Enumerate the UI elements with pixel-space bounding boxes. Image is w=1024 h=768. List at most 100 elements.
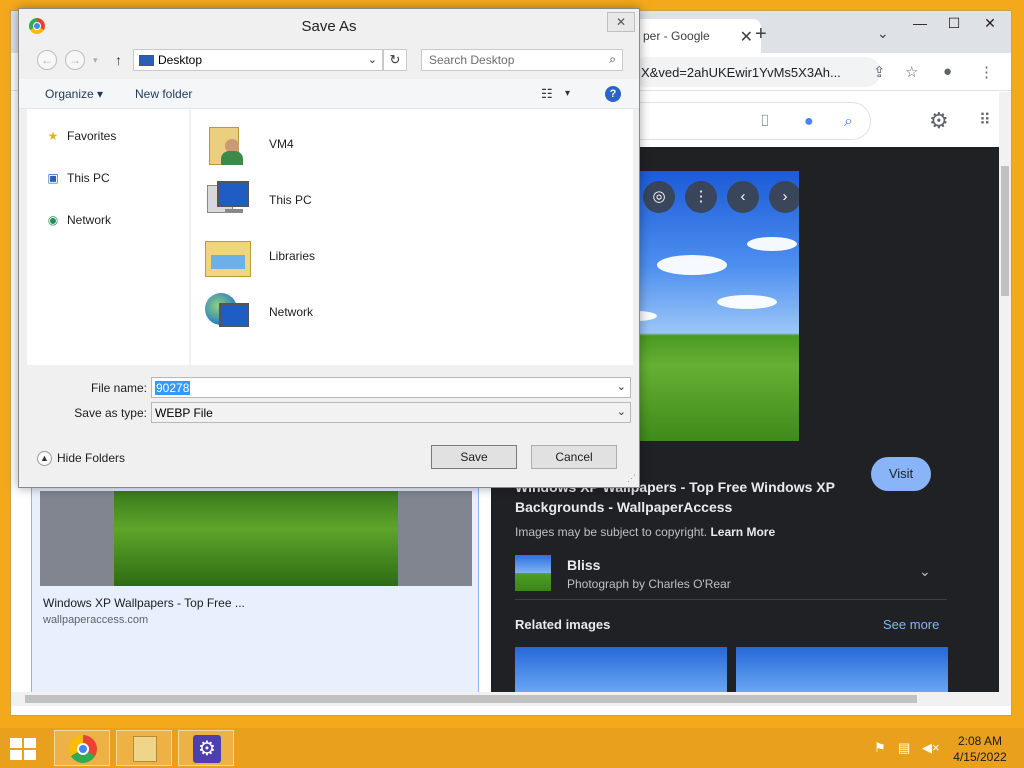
apps-grid-icon[interactable]: ⠿ [979,110,991,130]
learn-more-link[interactable]: Learn More [710,525,775,539]
window-close-button[interactable]: ✕ [973,11,1007,35]
organize-button[interactable]: Organize ▾ [45,87,103,101]
new-folder-button[interactable]: New folder [135,87,192,101]
search-icon: ⌕ [609,52,616,66]
result-source: wallpaperaccess.com [43,614,149,626]
navigation-pane: ★ Favorites ▣ This PC ◉ Network [27,109,189,365]
dialog-navbar: ← → ▾ ↑ Desktop ⌄ ↻ Search Desktop ⌕ [19,43,639,77]
microphone-icon[interactable]: ● [804,113,814,131]
new-tab-button[interactable]: + [755,23,767,46]
selected-result-card[interactable]: Windows XP Wallpapers - Top Free ... wal… [31,482,479,692]
address-bar[interactable]: X&ved=2ahUKEwir1YvMs5X3Ah... [631,57,881,87]
tab-close-icon[interactable]: ✕ [740,27,753,47]
cancel-button[interactable]: Cancel [531,445,617,469]
save-type-select[interactable]: WEBP File ⌄ [151,402,631,423]
result-thumbnail [40,491,472,586]
previous-icon[interactable]: ‹ [727,181,759,213]
bliss-thumbnail [515,555,551,591]
maximize-button[interactable]: ☐ [937,11,971,35]
view-dropdown-icon[interactable]: ▾ [565,88,570,99]
see-more-link[interactable]: See more [883,617,939,632]
up-arrow-icon[interactable]: ↑ [115,52,122,68]
save-button[interactable]: Save [431,445,517,469]
result-title: Windows XP Wallpapers - Top Free ... [43,596,245,610]
dialog-title: Save As [301,18,357,35]
file-item-vm4[interactable]: VM4 [203,121,503,171]
chevron-down-icon[interactable]: ⌄ [617,405,626,418]
related-images-heading: Related images [515,617,611,632]
computer-icon [203,177,251,225]
file-label: Libraries [269,249,316,263]
nav-item-network[interactable]: ◉ Network [45,213,111,227]
taskbar-settings[interactable]: ⚙ [178,730,234,766]
nav-item-this-pc[interactable]: ▣ This PC [45,171,109,185]
copyright-notice: Images may be subject to copyright. Lear… [515,525,776,539]
profile-icon[interactable]: ● [943,63,952,80]
system-clock[interactable]: 2:08 AM 4/15/2022 [948,733,1012,765]
user-folder-icon [203,121,251,169]
taskbar-file-explorer[interactable] [116,730,172,766]
vertical-scrollbar[interactable] [999,92,1011,692]
file-label: Network [269,305,314,319]
file-item-libraries[interactable]: Libraries [203,233,503,283]
bliss-subtitle: Photograph by Charles O'Rear [567,577,731,591]
file-explorer-icon [133,736,157,762]
menu-kebab-icon[interactable]: ⋮ [979,63,994,81]
file-list: VM4 This PC Libraries Network [191,109,633,365]
file-item-network[interactable]: Network [203,289,503,339]
taskbar-chrome[interactable] [54,730,110,766]
file-label: This PC [269,193,312,207]
chevron-down-icon[interactable]: ⌄ [368,53,377,66]
chevron-up-icon: ▲ [37,451,52,467]
file-item-this-pc[interactable]: This PC [203,177,503,227]
start-button[interactable] [10,738,38,760]
camera-icon[interactable]: ⌷ [760,113,770,131]
clock-time: 2:08 AM [957,734,1003,748]
resize-grip-icon[interactable]: ⋰ [627,473,636,484]
flag-icon[interactable]: ⚑ [874,740,886,756]
minimize-button[interactable]: — [903,11,937,35]
forward-icon[interactable]: → [65,50,85,70]
dialog-titlebar: Save As ✕ [19,9,639,43]
settings-gear-icon: ⚙ [193,735,221,763]
libraries-folder-icon [203,233,251,281]
bookmark-star-icon[interactable]: ☆ [905,63,918,81]
volume-muted-icon[interactable]: ◀× [922,740,940,756]
related-image[interactable] [736,647,948,692]
divider [515,599,947,600]
back-icon[interactable]: ← [37,50,57,70]
tab-search-icon[interactable]: ⌄ [877,25,889,42]
view-options-icon[interactable]: ☷ [541,86,553,102]
computer-icon: ▣ [47,171,59,185]
refresh-icon[interactable]: ↻ [383,49,407,71]
command-bar: Organize ▾ New folder ☷ ▾ ? [19,79,639,109]
taskbar: ⚙ ⚑ ▤ ◀× 2:08 AM 4/15/2022 [0,728,1024,768]
lens-icon[interactable]: ◎ [643,181,675,213]
hide-folders-button[interactable]: ▲ Hide Folders [37,451,125,467]
visit-button[interactable]: Visit [871,457,931,491]
file-name-input[interactable]: 90278 ⌄ [151,377,631,398]
next-icon[interactable]: › [769,181,799,213]
browser-tab[interactable]: per - Google ✕ [631,19,761,53]
tab-title: per - Google [643,29,710,43]
network-status-icon[interactable]: ▤ [898,740,910,756]
settings-gear-icon[interactable]: ⚙ [929,108,949,134]
nav-item-favorites[interactable]: ★ Favorites [45,129,117,143]
save-as-dialog: Save As ✕ ← → ▾ ↑ Desktop ⌄ ↻ Search Des… [18,8,640,488]
address-breadcrumb[interactable]: Desktop ⌄ [133,49,383,71]
clock-date: 4/15/2022 [953,750,1007,764]
chevron-down-icon[interactable]: ⌄ [617,380,626,393]
chrome-icon [69,735,97,763]
help-icon[interactable]: ? [605,86,621,102]
search-icon[interactable]: ⌕ [844,113,853,131]
recent-locations-icon[interactable]: ▾ [93,55,98,66]
network-globe-icon [203,289,251,337]
dialog-close-button[interactable]: ✕ [607,12,635,32]
related-image[interactable] [515,647,727,692]
chevron-down-icon[interactable]: ⌄ [919,563,931,580]
horizontal-scrollbar[interactable] [11,692,1011,706]
more-options-icon[interactable]: ⋮ [685,181,717,213]
save-fields: File name: 90278 ⌄ Save as type: WEBP Fi… [19,369,639,429]
share-icon[interactable]: ⇪ [873,63,886,81]
search-input[interactable]: Search Desktop ⌕ [421,49,623,71]
